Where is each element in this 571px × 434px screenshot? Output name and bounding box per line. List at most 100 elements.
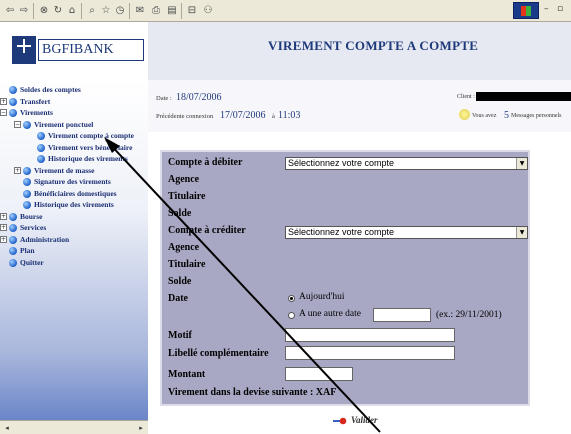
tree-toggle-icon[interactable]: + (0, 224, 7, 231)
libelle-label: Libellé complémentaire (168, 348, 269, 359)
sidebar-item[interactable]: Services (20, 222, 46, 233)
previous-connection-time: 11:03 (278, 110, 301, 121)
sidebar-item[interactable]: Virements (20, 107, 53, 118)
tree-toggle-icon[interactable]: + (0, 97, 7, 105)
bullet-icon (23, 201, 31, 209)
sidebar-item[interactable]: Bourse (20, 211, 43, 222)
bullet-icon (9, 86, 17, 94)
date-today-label[interactable]: Aujourd'hui (299, 292, 345, 302)
motif-input[interactable] (285, 328, 455, 342)
bullet-icon (37, 143, 45, 152)
sidebar-item[interactable]: Transfert (20, 96, 50, 107)
history-icon[interactable]: ◷ (114, 4, 126, 18)
messages-count[interactable]: 5 (504, 110, 509, 121)
transfer-form: Compte à débiter Sélectionnez votre comp… (160, 150, 530, 406)
sidebar-item[interactable]: Historique des virements (34, 199, 114, 210)
page-title: VIREMENT COMPTE A COMPTE (268, 38, 479, 53)
toolbar-separator (81, 3, 82, 19)
toolbar-separator (33, 3, 34, 19)
maximize-icon[interactable]: ▫ (557, 4, 567, 16)
agence-label: Agence (168, 174, 200, 185)
validate-button[interactable]: Valider (333, 415, 393, 429)
sidebar-item[interactable]: Virement vers bénéficiaire (48, 142, 132, 153)
bullet-icon (23, 178, 31, 186)
favorites-icon[interactable]: ☆ (100, 4, 112, 18)
solde-label: Solde (168, 208, 192, 219)
messages-suffix[interactable]: Messages personnels (511, 113, 562, 119)
bullet-icon (9, 258, 17, 267)
currency-label: Virement dans la devise suivante : XAF (168, 387, 337, 398)
forward-icon[interactable]: ⇨ (18, 4, 30, 18)
tree-toggle-icon[interactable]: + (14, 166, 21, 174)
chevron-down-icon[interactable]: ▼ (516, 158, 527, 169)
bullet-icon (37, 132, 45, 140)
bullet-icon (23, 120, 31, 129)
brand-logo: BGFI BGFIBANK (0, 22, 148, 80)
edit-icon[interactable]: ▤ (166, 4, 178, 18)
browser-toolbar: ⇦ ⇨ ⊗ ↻ ⌂ ⌕ ☆ ◷ ✉ ⎙ ▤ ⊟ ⚇ – ▫ (0, 0, 571, 22)
sidebar-item[interactable]: Signature des virements (34, 176, 111, 187)
date-other-radio[interactable] (288, 312, 295, 319)
tree-toggle-icon[interactable]: − (14, 120, 21, 128)
bullet-icon (9, 224, 17, 232)
scroll-left-icon[interactable]: ◂ (2, 423, 12, 433)
bank-emblem-icon: BGFI (12, 36, 39, 74)
current-date: 18/07/2006 (176, 92, 222, 103)
home-icon[interactable]: ⌂ (66, 4, 78, 18)
bullet-icon (37, 155, 45, 163)
sidebar-item[interactable]: Virement ponctuel (34, 119, 93, 130)
minimize-icon[interactable]: – (544, 4, 554, 16)
messages-prefix: Vous avez (472, 113, 497, 119)
date-label: Date : (156, 95, 172, 102)
print-icon[interactable]: ⎙ (150, 4, 162, 18)
bank-name: BGFIBANK (38, 39, 144, 61)
bullet-icon (9, 235, 17, 244)
date-today-radio[interactable] (288, 295, 295, 302)
montant-input[interactable] (285, 367, 353, 381)
stop-icon[interactable]: ⊗ (38, 4, 50, 18)
other-date-input[interactable] (373, 308, 431, 322)
sidebar-item[interactable]: Virement de masse (34, 165, 94, 176)
refresh-icon[interactable]: ↻ (52, 4, 64, 18)
search-icon[interactable]: ⌕ (86, 4, 98, 18)
date-format-hint: (ex.: 29/11/2001) (436, 310, 502, 320)
mail-icon[interactable]: ✉ (134, 4, 146, 18)
back-icon[interactable]: ⇦ (4, 4, 16, 18)
discuss-icon[interactable]: ⊟ (186, 4, 198, 18)
sidebar-item[interactable]: Historique des virements (48, 153, 128, 164)
validate-label[interactable]: Valider (351, 415, 378, 425)
sidebar-item[interactable]: Bénéficiaires domestiques (34, 188, 117, 199)
bullet-icon (23, 166, 31, 175)
date-other-label[interactable]: A une autre date (299, 309, 361, 319)
titulaire-label: Titulaire (168, 191, 206, 202)
credit-account-select[interactable]: Sélectionnez votre compte ▼ (285, 226, 528, 239)
sidebar-item[interactable]: Administration (20, 234, 69, 245)
sidebar-item[interactable]: Plan (20, 245, 35, 256)
tree-toggle-icon[interactable]: + (0, 212, 7, 220)
logo-sub-label: BGFI (27, 68, 39, 74)
montant-label: Montant (168, 369, 206, 380)
toolbar-separator (181, 3, 182, 19)
libelle-input[interactable] (285, 346, 455, 360)
client-name-redacted (476, 92, 571, 101)
debit-account-select[interactable]: Sélectionnez votre compte ▼ (285, 157, 528, 170)
chevron-down-icon[interactable]: ▼ (516, 227, 527, 238)
tree-toggle-icon[interactable]: + (0, 235, 7, 243)
debit-account-value: Sélectionnez votre compte (288, 158, 395, 168)
sidebar-item[interactable]: Virement compte à compte (48, 130, 134, 141)
scroll-right-icon[interactable]: ▸ (136, 423, 146, 433)
bullet-icon (9, 247, 17, 255)
bullet-icon (23, 189, 31, 198)
agence-label: Agence (168, 242, 200, 253)
client-label: Client : (457, 94, 475, 100)
sidebar-item[interactable]: Soldes des comptes (20, 84, 81, 95)
windows-logo-icon (513, 2, 539, 19)
messenger-icon[interactable]: ⚇ (202, 4, 214, 18)
sidebar-scrollbar[interactable]: ◂ ▸ (0, 420, 148, 434)
message-icon[interactable] (459, 109, 470, 120)
solde-label: Solde (168, 276, 192, 287)
credit-account-label: Compte à créditer (168, 225, 246, 236)
sidebar-item[interactable]: Quitter (20, 257, 44, 268)
previous-connection-label: Précédente connexion (156, 113, 214, 120)
tree-toggle-icon[interactable]: − (0, 109, 7, 116)
